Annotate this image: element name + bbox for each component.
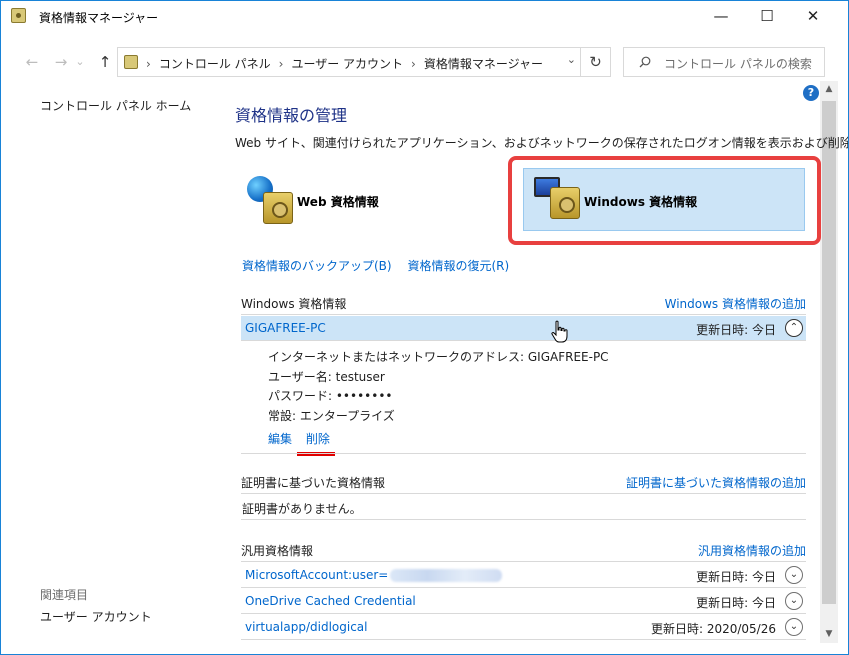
- add-windows-credential-link[interactable]: Windows 資格情報の追加: [665, 295, 806, 312]
- credential-detail-address: インターネットまたはネットワークのアドレス: GIGAFREE-PC: [268, 350, 609, 364]
- breadcrumb-credential-manager[interactable]: 資格情報マネージャー: [424, 57, 543, 71]
- scroll-down-arrow-icon[interactable]: ▼: [820, 626, 838, 643]
- credential-row-microsoft-account[interactable]: MicrosoftAccount:user= 更新日時: 今日 ⌄: [241, 563, 806, 588]
- generic-credentials-section-header: 汎用資格情報 汎用資格情報の追加: [241, 538, 806, 562]
- divider: [241, 519, 806, 520]
- address-dropdown-icon[interactable]: ⌄: [567, 53, 576, 66]
- certificate-credentials-section-header: 証明書に基づいた資格情報 証明書に基づいた資格情報の追加: [241, 470, 806, 494]
- windows-credentials-section-header: Windows 資格情報 Windows 資格情報の追加: [241, 291, 806, 315]
- window-title: 資格情報マネージャー: [39, 11, 159, 25]
- credential-name[interactable]: GIGAFREE-PC: [245, 321, 326, 335]
- title-bar[interactable]: 資格情報マネージャー — ☐ ✕: [1, 1, 848, 31]
- recent-locations-button[interactable]: ⌄: [73, 51, 87, 73]
- credential-detail-persistence: 常設: エンタープライズ: [268, 409, 395, 423]
- vault-icon: [263, 192, 293, 224]
- backup-credentials-link[interactable]: 資格情報のバックアップ(B): [242, 259, 392, 273]
- maximize-button[interactable]: ☐: [744, 1, 790, 31]
- navigation-bar: ← → ⌄ ↑ › コントロール パネル › ユーザー アカウント › 資格情報マネージャ…: [1, 45, 848, 79]
- breadcrumb-separator: ›: [278, 57, 284, 71]
- certificate-credentials-section-title: 証明書に基づいた資格情報: [241, 476, 386, 490]
- divider: [241, 453, 806, 454]
- credential-row-virtualapp[interactable]: virtualapp/didlogical 更新日時: 2020/05/26 ⌄: [241, 615, 806, 640]
- highlight-frame: [508, 156, 821, 245]
- hand-cursor-icon: [551, 320, 568, 343]
- credential-detail-password: パスワード: ••••••••: [268, 389, 393, 403]
- redacted-username: [390, 569, 503, 582]
- search-input[interactable]: コントロール パネルの検索: [664, 55, 812, 72]
- forward-button[interactable]: →: [50, 51, 72, 73]
- breadcrumb-control-panel[interactable]: コントロール パネル: [159, 57, 271, 71]
- page-description: Web サイト、関連付けられたアプリケーション、およびネットワークの保存されたロ…: [235, 136, 849, 150]
- sidebar-control-panel-home[interactable]: コントロール パネル ホーム: [40, 97, 191, 114]
- help-icon[interactable]: ?: [803, 85, 819, 101]
- credential-row-onedrive[interactable]: OneDrive Cached Credential 更新日時: 今日 ⌄: [241, 589, 806, 614]
- sidebar-item-user-accounts[interactable]: ユーザー アカウント: [40, 608, 152, 625]
- chevron-down-icon[interactable]: ⌄: [785, 592, 803, 610]
- sidebar-related-title: 関連項目: [40, 588, 89, 602]
- backup-restore-links: 資格情報のバックアップ(B) 資格情報の復元(R): [242, 257, 509, 274]
- scroll-thumb[interactable]: [822, 101, 836, 604]
- breadcrumb-separator: ›: [146, 57, 151, 71]
- control-panel-icon: [124, 55, 138, 69]
- credential-name-text: MicrosoftAccount:user=: [245, 568, 389, 582]
- windows-credentials-section-title: Windows 資格情報: [241, 297, 347, 311]
- vertical-scrollbar[interactable]: ▲ ▼: [820, 81, 838, 643]
- close-button[interactable]: ✕: [790, 1, 836, 31]
- chevron-up-icon[interactable]: ⌃: [785, 319, 803, 337]
- credential-modified: 更新日時: 2020/05/26: [650, 622, 776, 636]
- credential-detail-username: ユーザー名: testuser: [268, 370, 385, 384]
- credential-modified: 更新日時: 今日: [696, 596, 776, 610]
- page-title: 資格情報の管理: [235, 106, 348, 125]
- credential-manager-app-icon: [11, 8, 26, 23]
- add-certificate-credential-link[interactable]: 証明書に基づいた資格情報の追加: [626, 474, 806, 491]
- credential-name[interactable]: virtualapp/didlogical: [245, 620, 367, 634]
- up-button[interactable]: ↑: [94, 51, 116, 73]
- minimize-button[interactable]: —: [698, 1, 744, 31]
- credential-actions: 編集 削除: [268, 430, 330, 447]
- breadcrumb-user-accounts[interactable]: ユーザー アカウント: [291, 57, 403, 71]
- address-bar[interactable]: › コントロール パネル › ユーザー アカウント › 資格情報マネージャー ⌄ ↻: [117, 47, 611, 77]
- remove-credential-link[interactable]: 削除: [306, 432, 330, 446]
- breadcrumb: › コントロール パネル › ユーザー アカウント › 資格情報マネージャー: [142, 55, 547, 72]
- search-box[interactable]: コントロール パネルの検索: [623, 47, 825, 77]
- chevron-down-icon[interactable]: ⌄: [785, 618, 803, 636]
- search-icon: [639, 56, 651, 68]
- credential-name[interactable]: MicrosoftAccount:user=: [245, 568, 503, 582]
- add-generic-credential-link[interactable]: 汎用資格情報の追加: [698, 542, 806, 559]
- refresh-button[interactable]: ↻: [580, 48, 610, 76]
- credential-modified: 更新日時: 今日: [696, 323, 776, 337]
- generic-credentials-section-title: 汎用資格情報: [241, 544, 314, 558]
- no-certificates-text: 証明書がありません。: [242, 502, 362, 516]
- credential-row-gigafree-pc[interactable]: GIGAFREE-PC 更新日時: 今日 ⌃: [241, 316, 806, 341]
- credential-modified: 更新日時: 今日: [696, 570, 776, 584]
- breadcrumb-separator: ›: [411, 57, 416, 71]
- chevron-down-icon[interactable]: ⌄: [785, 566, 803, 584]
- scroll-up-arrow-icon[interactable]: ▲: [820, 81, 838, 98]
- web-credentials-category[interactable]: Web 資格情報: [241, 164, 481, 236]
- restore-credentials-link[interactable]: 資格情報の復元(R): [407, 259, 509, 273]
- credential-manager-window: 資格情報マネージャー — ☐ ✕ ← → ⌄ ↑ › コントロール パネル › ユーザ…: [0, 0, 849, 655]
- credential-name[interactable]: OneDrive Cached Credential: [245, 594, 416, 608]
- back-button[interactable]: ←: [21, 51, 43, 73]
- web-credentials-label: Web 資格情報: [297, 195, 379, 209]
- edit-credential-link[interactable]: 編集: [268, 432, 292, 446]
